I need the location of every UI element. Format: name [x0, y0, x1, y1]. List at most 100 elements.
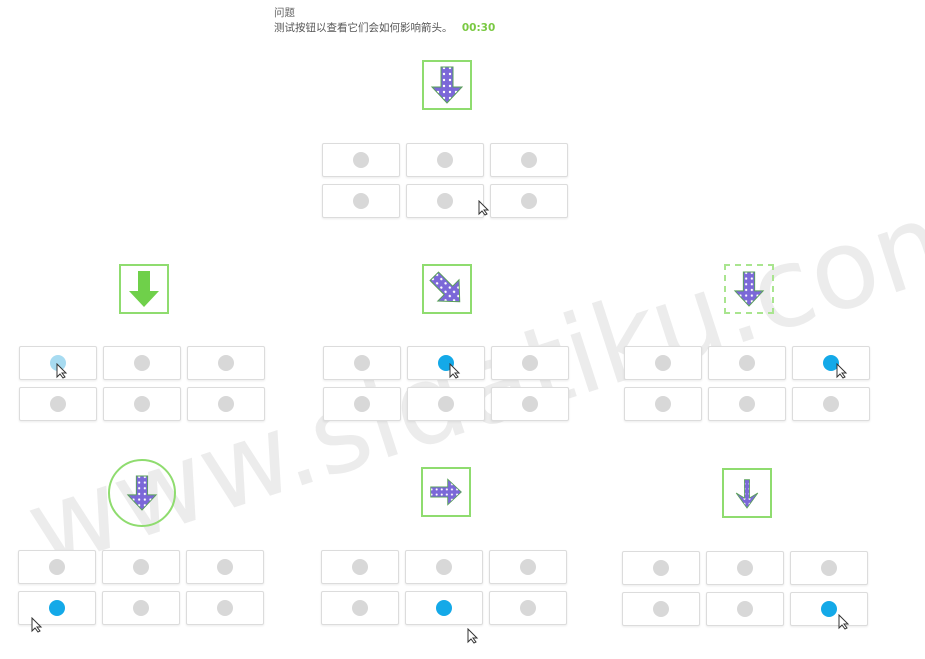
- mouse-cursor-icon: [478, 200, 490, 216]
- indicator-dot: [49, 559, 65, 575]
- toggle-button[interactable]: [102, 591, 180, 625]
- toggle-button[interactable]: [18, 591, 96, 625]
- indicator-dot: [49, 600, 65, 616]
- button-panel-top: [322, 143, 574, 225]
- indicator-dot: [436, 559, 452, 575]
- toggle-button[interactable]: [322, 143, 400, 177]
- toggle-button[interactable]: [322, 184, 400, 218]
- indicator-dot: [134, 396, 150, 412]
- arrow-display-bottom-center: [421, 467, 471, 517]
- toggle-button[interactable]: [186, 591, 264, 625]
- toggle-button[interactable]: [321, 591, 399, 625]
- toggle-button[interactable]: [102, 550, 180, 584]
- toggle-button[interactable]: [490, 184, 568, 218]
- toggle-button[interactable]: [490, 143, 568, 177]
- toggle-button[interactable]: [706, 592, 784, 626]
- indicator-dot: [352, 600, 368, 616]
- toggle-button[interactable]: [790, 592, 868, 626]
- arrow-down-solid-icon: [129, 271, 159, 307]
- indicator-dot: [739, 355, 755, 371]
- indicator-dot: [218, 355, 234, 371]
- toggle-button[interactable]: [187, 387, 265, 421]
- arrow-down-dotted-icon: [733, 271, 765, 307]
- toggle-button[interactable]: [407, 346, 485, 380]
- indicator-dot: [437, 193, 453, 209]
- toggle-button[interactable]: [405, 550, 483, 584]
- toggle-button[interactable]: [489, 591, 567, 625]
- toggle-button[interactable]: [489, 550, 567, 584]
- indicator-dot: [354, 355, 370, 371]
- indicator-dot: [521, 193, 537, 209]
- toggle-button[interactable]: [708, 387, 786, 421]
- toggle-button[interactable]: [405, 591, 483, 625]
- indicator-dot: [353, 152, 369, 168]
- toggle-button[interactable]: [790, 551, 868, 585]
- indicator-dot: [655, 355, 671, 371]
- arrow-down-thin-icon: [735, 479, 759, 509]
- mouse-cursor-icon: [838, 614, 850, 630]
- toggle-button[interactable]: [406, 184, 484, 218]
- mouse-cursor-icon: [467, 628, 479, 644]
- indicator-dot: [354, 396, 370, 412]
- toggle-button[interactable]: [622, 592, 700, 626]
- indicator-dot: [217, 559, 233, 575]
- mouse-cursor-icon: [31, 617, 43, 633]
- toggle-button[interactable]: [792, 346, 870, 380]
- toggle-button[interactable]: [18, 550, 96, 584]
- toggle-button[interactable]: [708, 346, 786, 380]
- question-header: 问题 测试按钮以查看它们会如何影响箭头。 00:30: [274, 6, 495, 36]
- toggle-button[interactable]: [103, 346, 181, 380]
- indicator-dot: [520, 559, 536, 575]
- toggle-button[interactable]: [624, 346, 702, 380]
- arrow-display-mid-center: [422, 264, 472, 314]
- indicator-dot: [436, 600, 452, 616]
- indicator-dot: [522, 355, 538, 371]
- toggle-button[interactable]: [622, 551, 700, 585]
- toggle-button[interactable]: [19, 387, 97, 421]
- toggle-button[interactable]: [186, 550, 264, 584]
- toggle-button[interactable]: [406, 143, 484, 177]
- toggle-button[interactable]: [323, 346, 401, 380]
- indicator-dot: [821, 560, 837, 576]
- arrow-diagonal-down-right-icon: [429, 271, 461, 303]
- indicator-dot: [217, 600, 233, 616]
- toggle-button[interactable]: [792, 387, 870, 421]
- arrow-right-dotted-icon: [430, 478, 462, 506]
- arrow-display-mid-right: [724, 264, 774, 314]
- toggle-button[interactable]: [323, 387, 401, 421]
- toggle-button[interactable]: [624, 387, 702, 421]
- arrow-display-top: [422, 60, 472, 110]
- arrow-down-dotted-icon: [430, 66, 464, 104]
- toggle-button[interactable]: [491, 346, 569, 380]
- button-panel-mid-left: [19, 346, 271, 428]
- toggle-button[interactable]: [187, 346, 265, 380]
- indicator-dot: [353, 193, 369, 209]
- toggle-button[interactable]: [103, 387, 181, 421]
- indicator-dot: [821, 601, 837, 617]
- toggle-button[interactable]: [321, 550, 399, 584]
- indicator-dot: [739, 396, 755, 412]
- indicator-dot: [50, 396, 66, 412]
- indicator-dot: [737, 601, 753, 617]
- arrow-down-dotted-icon: [126, 475, 158, 511]
- indicator-dot: [521, 152, 537, 168]
- indicator-dot: [218, 396, 234, 412]
- toggle-button[interactable]: [706, 551, 784, 585]
- question-label: 问题: [274, 7, 295, 19]
- button-panel-mid-center: [323, 346, 575, 428]
- arrow-display-mid-left: [119, 264, 169, 314]
- indicator-dot: [438, 396, 454, 412]
- indicator-dot: [133, 600, 149, 616]
- question-instruction: 测试按钮以查看它们会如何影响箭头。: [274, 22, 453, 34]
- indicator-dot: [655, 396, 671, 412]
- button-panel-mid-right: [624, 346, 876, 428]
- toggle-button[interactable]: [407, 387, 485, 421]
- button-panel-bottom-left: [18, 550, 270, 632]
- indicator-dot: [134, 355, 150, 371]
- toggle-button[interactable]: [491, 387, 569, 421]
- mouse-cursor-icon: [836, 363, 848, 379]
- indicator-dot: [352, 559, 368, 575]
- button-panel-bottom-right: [622, 551, 874, 633]
- button-panel-bottom-center: [321, 550, 573, 632]
- indicator-dot: [133, 559, 149, 575]
